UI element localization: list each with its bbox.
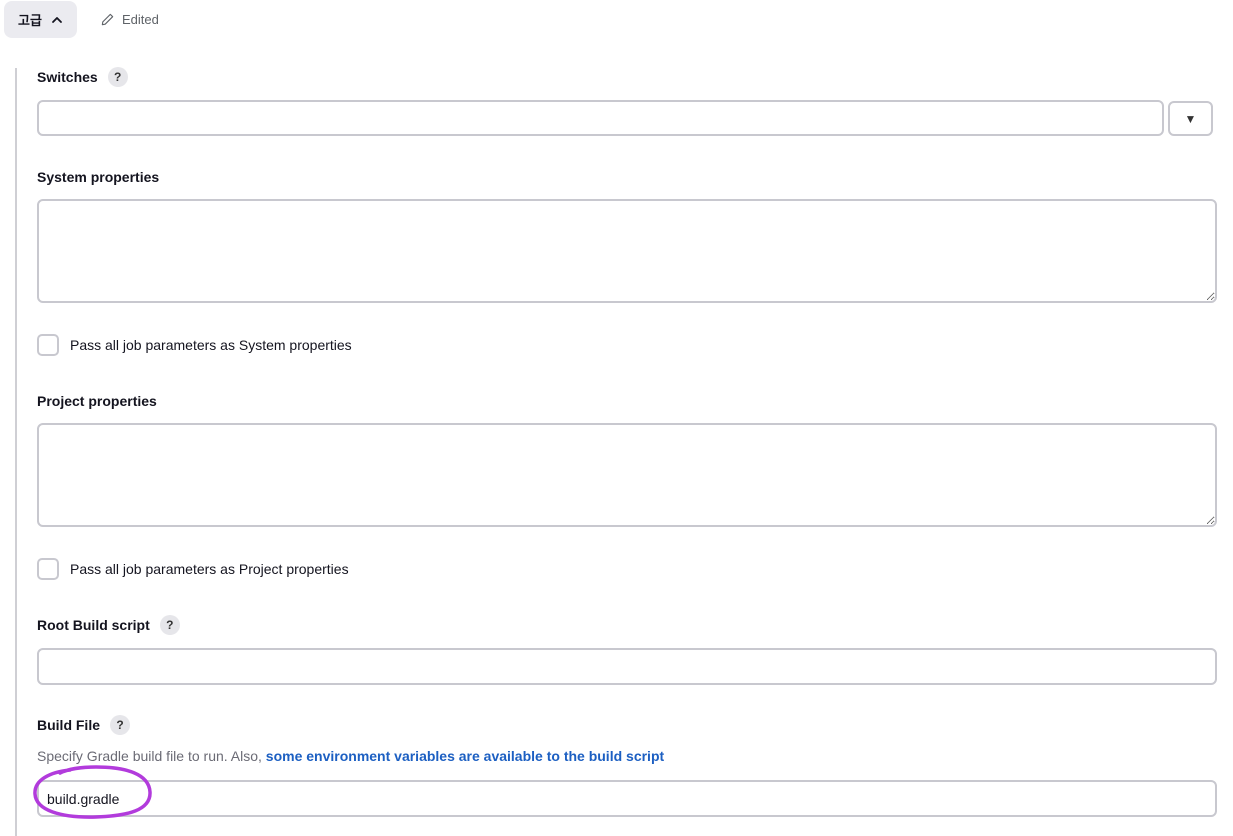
system-properties-label: System properties	[37, 167, 159, 187]
switches-dropdown-button[interactable]: ▼	[1168, 101, 1213, 136]
pass-project-properties-label: Pass all job parameters as Project prope…	[70, 561, 349, 577]
build-file-label: Build File ?	[37, 715, 130, 735]
system-properties-label-text: System properties	[37, 169, 160, 185]
pass-project-properties-checkbox[interactable]	[37, 558, 59, 580]
build-file-help-icon[interactable]: ?	[110, 715, 130, 735]
project-properties-label-text: Project properties	[37, 393, 157, 409]
build-file-input[interactable]	[37, 780, 1217, 817]
pass-system-properties-row: Pass all job parameters as System proper…	[37, 334, 352, 356]
dropdown-arrow-icon: ▼	[1184, 111, 1197, 126]
switches-help-icon[interactable]: ?	[107, 67, 128, 87]
build-file-description: Specify Gradle build file to run. Also, …	[37, 746, 664, 766]
toolbar: 고급 Edited	[0, 0, 1233, 44]
environment-variables-link[interactable]: some environment variables are available…	[266, 748, 664, 764]
pencil-icon	[101, 13, 114, 25]
project-properties-label: Project properties	[37, 391, 157, 411]
section-divider	[15, 68, 17, 836]
switches-label: Switches ?	[37, 67, 128, 87]
chevron-up-icon	[52, 16, 62, 23]
pass-project-properties-row: Pass all job parameters as Project prope…	[37, 558, 349, 580]
root-build-script-help-icon[interactable]: ?	[159, 615, 180, 635]
edited-label: Edited	[122, 11, 159, 27]
advanced-label: 고급	[18, 13, 42, 28]
build-file-label-text: Build File	[37, 717, 100, 733]
project-properties-textarea[interactable]	[37, 423, 1217, 527]
switches-label-text: Switches	[37, 69, 98, 85]
switches-input[interactable]	[37, 100, 1164, 136]
pass-system-properties-label: Pass all job parameters as System proper…	[70, 337, 352, 353]
pass-system-properties-checkbox[interactable]	[37, 334, 59, 356]
advanced-toggle-button[interactable]: 고급	[4, 1, 77, 38]
build-file-description-text: Specify Gradle build file to run. Also,	[37, 748, 262, 764]
root-build-script-label-text: Root Build script	[37, 617, 150, 633]
root-build-script-input[interactable]	[37, 648, 1217, 685]
system-properties-textarea[interactable]	[37, 199, 1217, 303]
edited-indicator: Edited	[100, 10, 159, 28]
root-build-script-label: Root Build script ?	[37, 615, 180, 635]
